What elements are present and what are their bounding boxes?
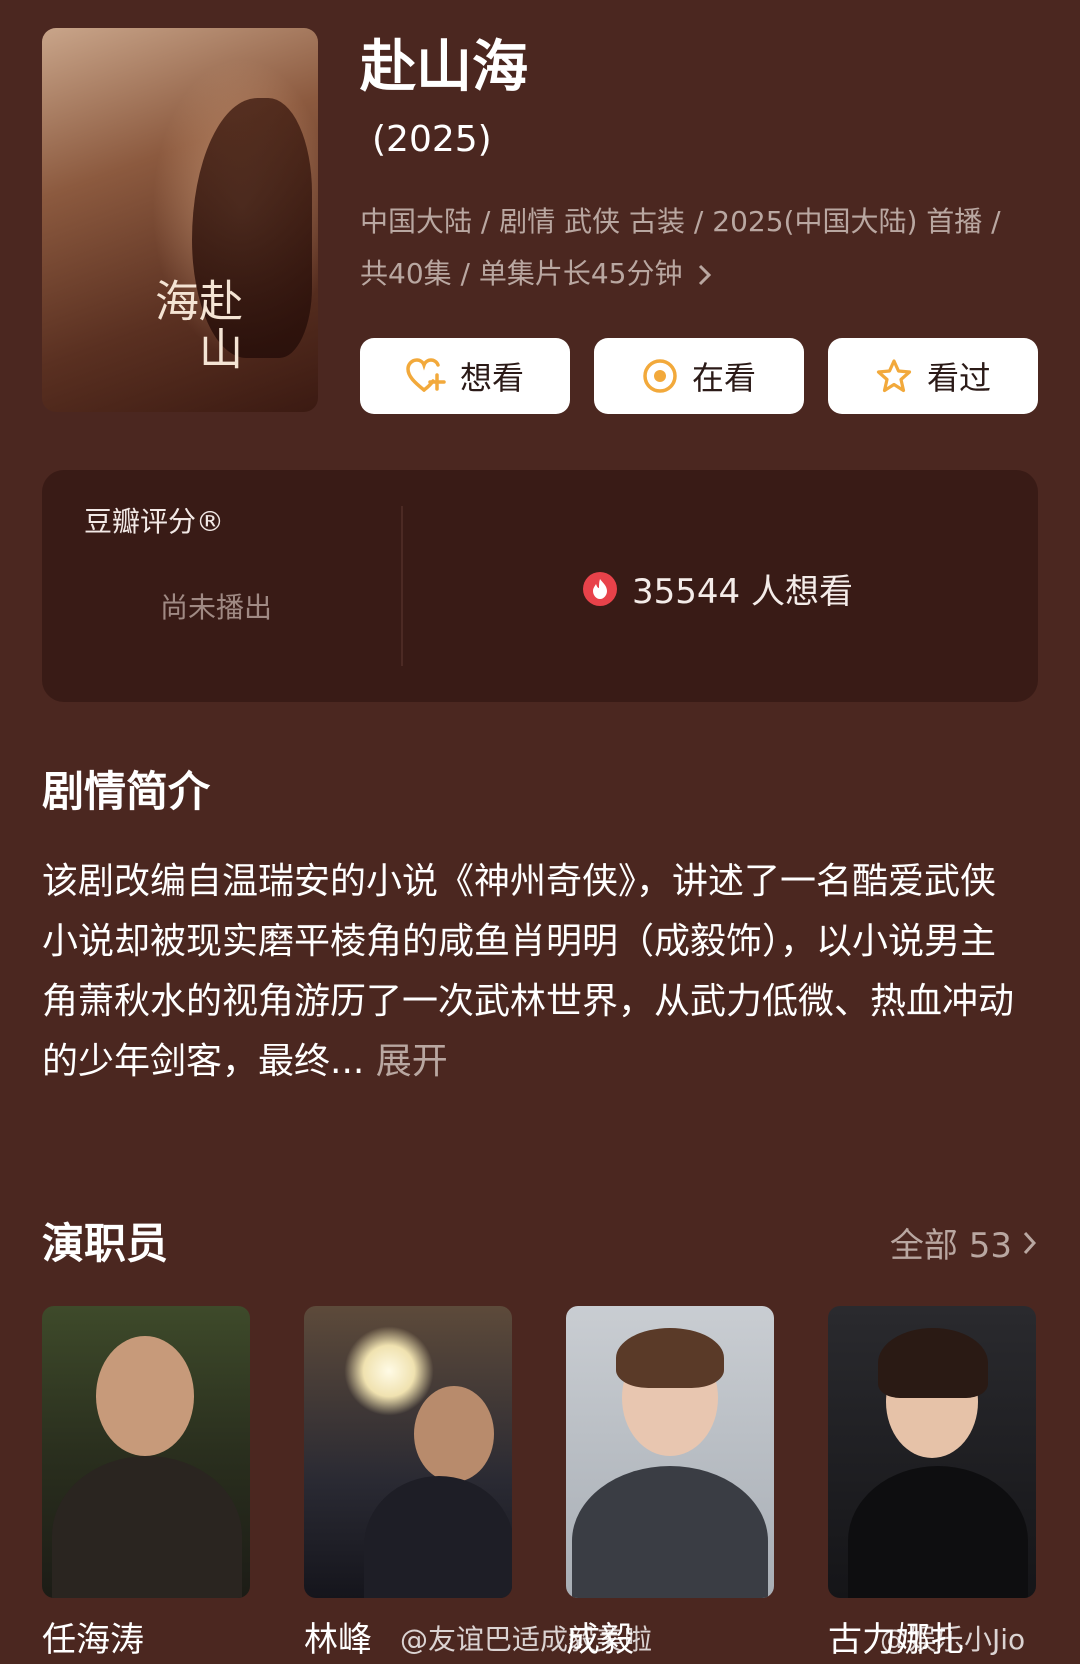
cast-photo-3-body bbox=[572, 1466, 768, 1598]
show-title: 赴山海 bbox=[360, 35, 528, 100]
show-year: (2025) bbox=[372, 119, 492, 160]
cast-photo-4[interactable] bbox=[828, 1306, 1036, 1598]
watermark-left: @友谊巴适成毅美啦 bbox=[400, 1623, 653, 1656]
poster-image[interactable]: 赴山海 bbox=[42, 28, 318, 412]
cast-all-link[interactable]: 全部 53 bbox=[890, 1218, 1038, 1267]
cast-photo-1-head bbox=[96, 1336, 194, 1456]
cast-photo-3-hair bbox=[616, 1328, 724, 1388]
cast-photo-2[interactable] bbox=[304, 1306, 512, 1598]
rating-card[interactable]: 豆瓣评分® 尚未播出 35544 人想看 bbox=[42, 470, 1038, 702]
want-to-watch-button[interactable]: 想看 bbox=[360, 338, 570, 414]
cast-photo-1-body bbox=[52, 1456, 242, 1598]
cast-photo-4-hair bbox=[878, 1328, 988, 1398]
synopsis-heading: 剧情简介 bbox=[42, 767, 211, 816]
meta-line-2: 共40集 / 单集片长45分钟 bbox=[360, 248, 1050, 300]
cast-photo-3[interactable] bbox=[566, 1306, 774, 1598]
synopsis-text[interactable]: 该剧改编自温瑞安的小说《神州奇侠》，讲述了一名酷爱武侠小说却被现实磨平棱角的咸鱼… bbox=[42, 852, 1022, 1092]
want-count[interactable]: 35544 人想看 bbox=[582, 564, 853, 613]
want-count-text: 35544 人想看 bbox=[632, 572, 853, 612]
star-icon bbox=[875, 358, 913, 394]
rating-divider bbox=[401, 506, 403, 666]
watching-label: 在看 bbox=[691, 359, 756, 397]
show-meta[interactable]: 中国大陆 / 剧情 武侠 古装 / 2025(中国大陆) 首播 / 共40集 /… bbox=[360, 196, 1050, 300]
expand-link[interactable]: 展开 bbox=[376, 1041, 448, 1082]
cast-photo-4-body bbox=[848, 1466, 1028, 1598]
poster-calligraphy: 赴山海 bbox=[147, 278, 242, 374]
douban-rating-label: 豆瓣评分® bbox=[84, 505, 225, 538]
cast-name-2[interactable]: 林峰 bbox=[304, 1612, 372, 1661]
cast-photo-2-body bbox=[364, 1476, 512, 1598]
chevron-right-icon bbox=[689, 257, 714, 290]
synopsis-body: 该剧改编自温瑞安的小说《神州奇侠》，讲述了一名酷爱武侠小说却被现实磨平棱角的咸鱼… bbox=[42, 861, 1015, 1082]
cast-all-label: 全部 53 bbox=[889, 1226, 1012, 1266]
want-to-watch-label: 想看 bbox=[459, 359, 524, 397]
cast-photo-1[interactable] bbox=[42, 1306, 250, 1598]
chevron-right-icon bbox=[1022, 1230, 1038, 1256]
meta-line-1: 中国大陆 / 剧情 武侠 古装 / 2025(中国大陆) 首播 / bbox=[360, 205, 1001, 238]
watched-button[interactable]: 看过 bbox=[828, 338, 1038, 414]
flame-icon bbox=[582, 571, 618, 607]
meta-line-2-text: 共40集 / 单集片长45分钟 bbox=[360, 257, 683, 290]
cast-photo-2-light bbox=[344, 1326, 434, 1416]
watching-button[interactable]: 在看 bbox=[594, 338, 804, 414]
heart-plus-icon bbox=[406, 358, 446, 394]
watched-label: 看过 bbox=[926, 359, 991, 397]
watermark-right: @娱乐小Jio bbox=[880, 1623, 1026, 1656]
cast-heading: 演职员 bbox=[42, 1219, 169, 1268]
cast-photo-2-head bbox=[414, 1386, 494, 1482]
rating-status: 尚未播出 bbox=[160, 591, 273, 624]
cast-name-1[interactable]: 任海涛 bbox=[42, 1612, 144, 1661]
target-icon bbox=[642, 358, 678, 394]
